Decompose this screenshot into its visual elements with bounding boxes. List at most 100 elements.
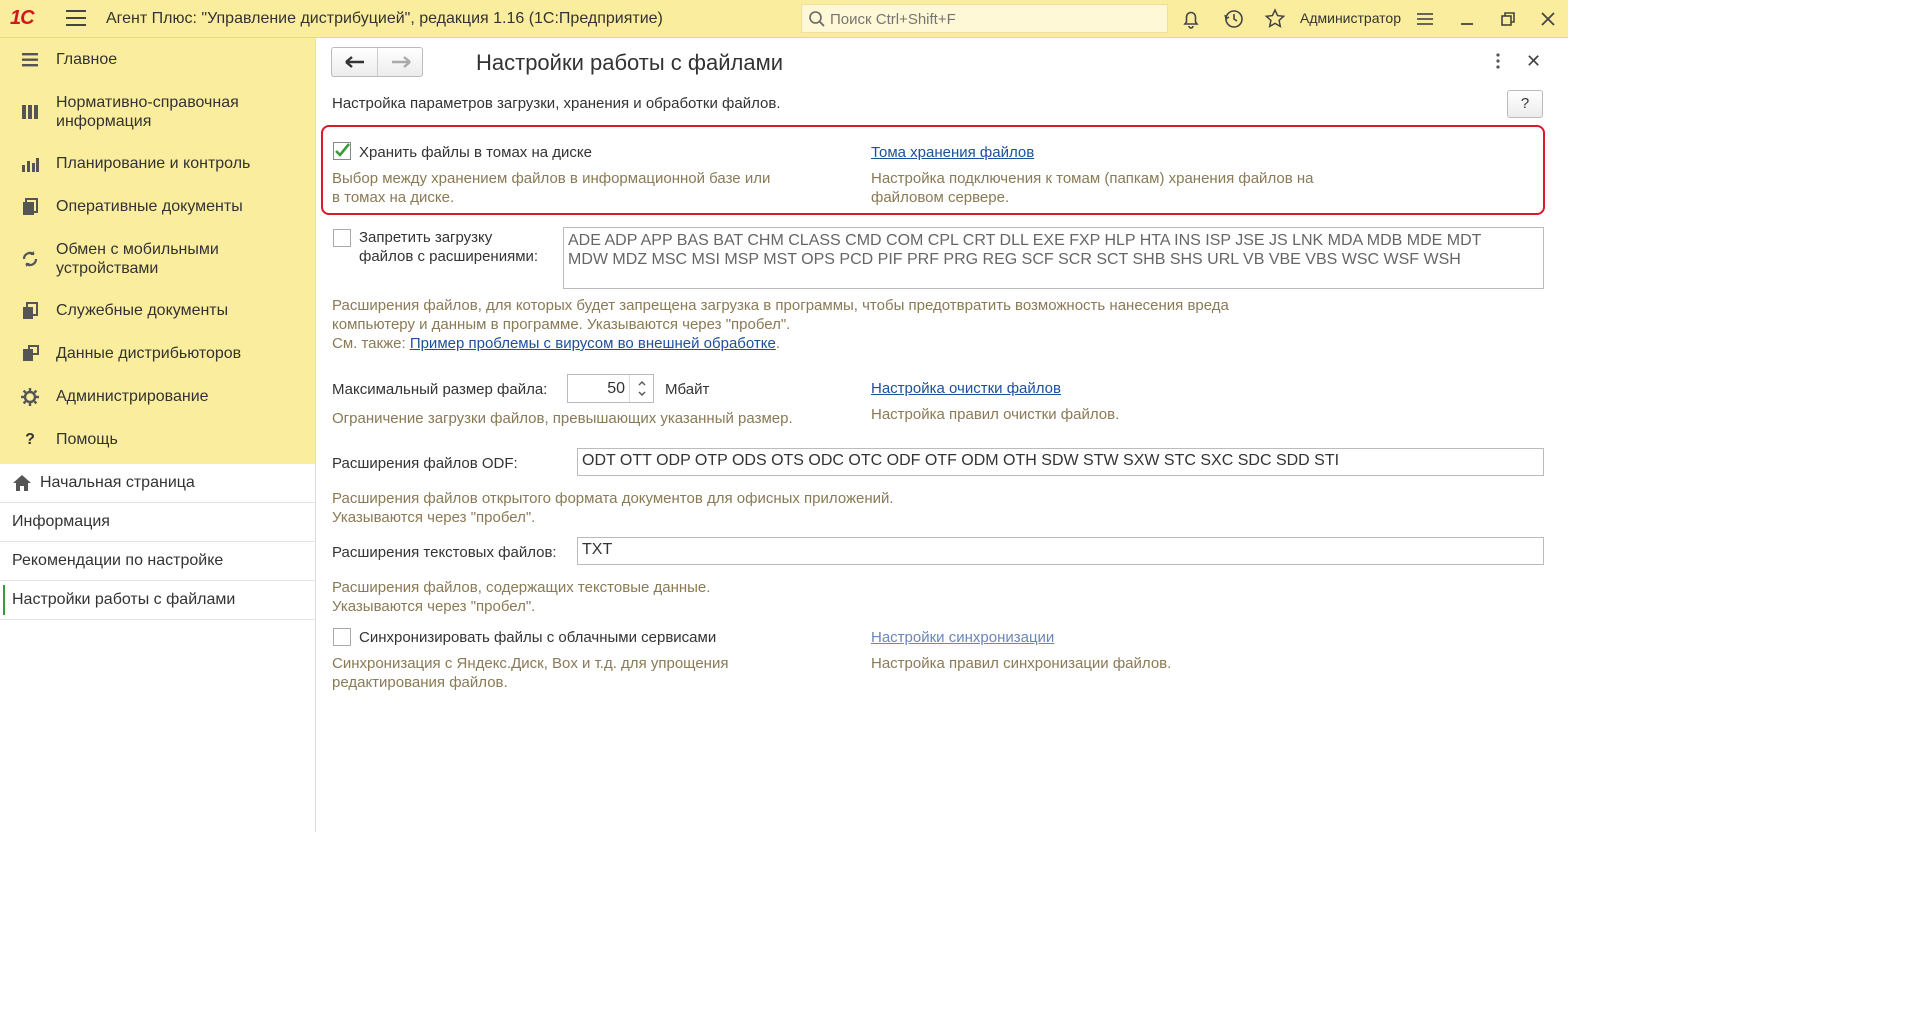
gear-icon (21, 387, 39, 406)
text-ext-label: Расширения текстовых файлов: (332, 544, 557, 561)
odf-extensions-field[interactable]: ODT OTT ODP OTP ODS OTS ODC OTC ODF OTF … (577, 448, 1544, 476)
store-volumes-hint-2: в томах на диске. (332, 189, 455, 206)
page-title: Настройки работы с файлами (476, 50, 784, 75)
section-help[interactable]: ? Помощь (0, 418, 315, 461)
sidebar: Главное Нормативно-справочная информация… (0, 38, 316, 832)
cleanup-settings-link[interactable]: Настройка очистки файлов (871, 380, 1061, 397)
section-planning[interactable]: Планирование и контроль (0, 142, 315, 185)
odf-hint-1: Расширения файлов открытого формата доку… (332, 490, 894, 507)
deny-upload-checkbox[interactable] (333, 229, 351, 247)
minimize-icon[interactable] (1455, 7, 1479, 31)
storage-volumes-link[interactable]: Тома хранения файлов (871, 144, 1034, 161)
deny-upload-label-2[interactable]: файлов с расширениями: (359, 247, 538, 266)
section-label: Помощь (56, 431, 118, 448)
denied-extensions-field[interactable]: ADE ADP APP BAS BAT CHM CLASS CMD COM CP… (563, 227, 1544, 289)
navigation-buttons (331, 47, 423, 77)
cloud-sync-label[interactable]: Синхронизировать файлы с облачными серви… (359, 628, 716, 647)
section-label: Данные дистрибьюторов (56, 345, 242, 362)
window-label: Настройки работы с файлами (12, 591, 236, 608)
bell-icon[interactable] (1179, 7, 1203, 31)
cloud-sync-hint-2: редактирования файлов. (332, 674, 508, 691)
window-setup-recommendations[interactable]: Рекомендации по настройке (0, 542, 315, 581)
deny-upload-label-1[interactable]: Запретить загрузку (359, 228, 492, 247)
settings-lines-icon[interactable] (1413, 7, 1437, 31)
section-label: Нормативно-справочная информация (56, 93, 239, 130)
window-home-page[interactable]: Начальная страница (0, 464, 315, 503)
main-menu-button[interactable] (66, 10, 86, 26)
max-size-value: 50 (607, 380, 625, 397)
close-app-icon[interactable] (1536, 7, 1560, 31)
form-area: Настройки работы с файлами ✕ Настройка п… (317, 38, 1568, 832)
star-icon[interactable] (1263, 7, 1287, 31)
section-main[interactable]: Главное (0, 38, 315, 81)
section-label: Главное (56, 51, 118, 68)
section-service-docs[interactable]: Служебные документы (0, 289, 315, 332)
help-button[interactable]: ? (1507, 90, 1543, 118)
restore-icon[interactable] (1496, 7, 1520, 31)
text-ext-hint-1: Расширения файлов, содержащих текстовые … (332, 579, 711, 596)
section-administration[interactable]: Администрирование (0, 375, 315, 418)
sections-panel: Главное Нормативно-справочная информация… (0, 38, 315, 464)
text-extensions-field[interactable]: TXT (577, 537, 1544, 565)
arrow-right-icon (392, 56, 411, 68)
home-icon (13, 475, 31, 491)
odf-hint-2: Указываются через "пробел". (332, 509, 536, 526)
max-size-field[interactable]: 50 (567, 374, 654, 403)
window-file-settings[interactable]: Настройки работы с файлами (0, 581, 315, 620)
search-input[interactable] (830, 8, 1160, 30)
question-icon: ? (25, 430, 35, 448)
bar-chart-icon (22, 157, 39, 172)
window-label: Начальная страница (40, 474, 195, 491)
see-also-end: . (775, 335, 781, 352)
section-mobile-exchange[interactable]: Обмен с мобильными устройствами (0, 228, 315, 289)
window-information[interactable]: Информация (0, 503, 315, 542)
sync-icon (22, 250, 38, 267)
menu-lines-icon (22, 52, 38, 66)
window-label: Рекомендации по настройке (12, 552, 224, 569)
user-name[interactable]: Администратор (1300, 10, 1401, 26)
section-label: Планирование и контроль (56, 155, 251, 172)
close-form-button[interactable]: ✕ (1526, 51, 1541, 72)
max-size-stepper[interactable] (629, 375, 653, 402)
section-label: Служебные документы (56, 302, 229, 319)
see-also-line: См. также: Пример проблемы с вирусом во … (332, 334, 780, 353)
section-distributor-data[interactable]: Данные дистрибьюторов (0, 332, 315, 375)
documents-icon (23, 197, 38, 215)
cloud-sync-checkbox[interactable] (333, 628, 351, 646)
checkmark-icon (335, 143, 351, 157)
search-icon (809, 11, 825, 27)
back-button[interactable] (332, 48, 378, 76)
store-volumes-label[interactable]: Хранить файлы в томах на диске (359, 143, 592, 162)
section-label: Обмен с мобильными устройствами (56, 240, 219, 277)
section-catalogs[interactable]: Нормативно-справочная информация (0, 81, 315, 142)
open-windows-list: Начальная страница Информация Рекомендац… (0, 464, 315, 620)
storage-volumes-hint-1: Настройка подключения к томам (папкам) х… (871, 170, 1314, 187)
history-icon[interactable] (1222, 7, 1246, 31)
odf-label: Расширения файлов ODF: (332, 455, 518, 472)
window-label: Информация (12, 513, 110, 530)
max-size-label: Максимальный размер файла: (332, 381, 548, 398)
search-box[interactable] (801, 4, 1168, 33)
denied-extensions-line-1: ADE ADP APP BAS BAT CHM CLASS CMD COM CP… (568, 232, 1482, 249)
see-also-text: См. также: (332, 335, 410, 352)
virus-example-link[interactable]: Пример проблемы с вирусом во внешней обр… (410, 335, 776, 352)
catalog-icon (22, 104, 38, 119)
cloud-sync-hint-1: Синхронизация с Яндекс.Диск, Box и т.д. … (332, 655, 729, 672)
cleanup-settings-hint: Настройка правил очистки файлов. (871, 406, 1120, 423)
more-actions-icon[interactable] (1492, 52, 1504, 70)
forward-button[interactable] (378, 48, 424, 76)
max-size-hint: Ограничение загрузки файлов, превышающих… (332, 410, 793, 427)
section-label: Администрирование (56, 388, 209, 405)
form-subtitle: Настройка параметров загрузки, хранения … (332, 95, 781, 112)
arrow-left-icon (345, 56, 364, 68)
service-docs-icon (23, 301, 38, 319)
section-operational-docs[interactable]: Оперативные документы (0, 185, 315, 228)
sync-settings-link[interactable]: Настройки синхронизации (871, 629, 1054, 646)
section-label: Оперативные документы (56, 198, 243, 215)
max-size-unit: Мбайт (665, 381, 710, 398)
app-logo: 1С (10, 7, 35, 29)
sync-settings-hint: Настройка правил синхронизации файлов. (871, 655, 1172, 672)
store-volumes-checkbox[interactable] (333, 142, 351, 160)
deny-upload-hint-2: компьютеру и данным в программе. Указыва… (332, 316, 791, 333)
stepper-arrows-icon (638, 381, 646, 396)
